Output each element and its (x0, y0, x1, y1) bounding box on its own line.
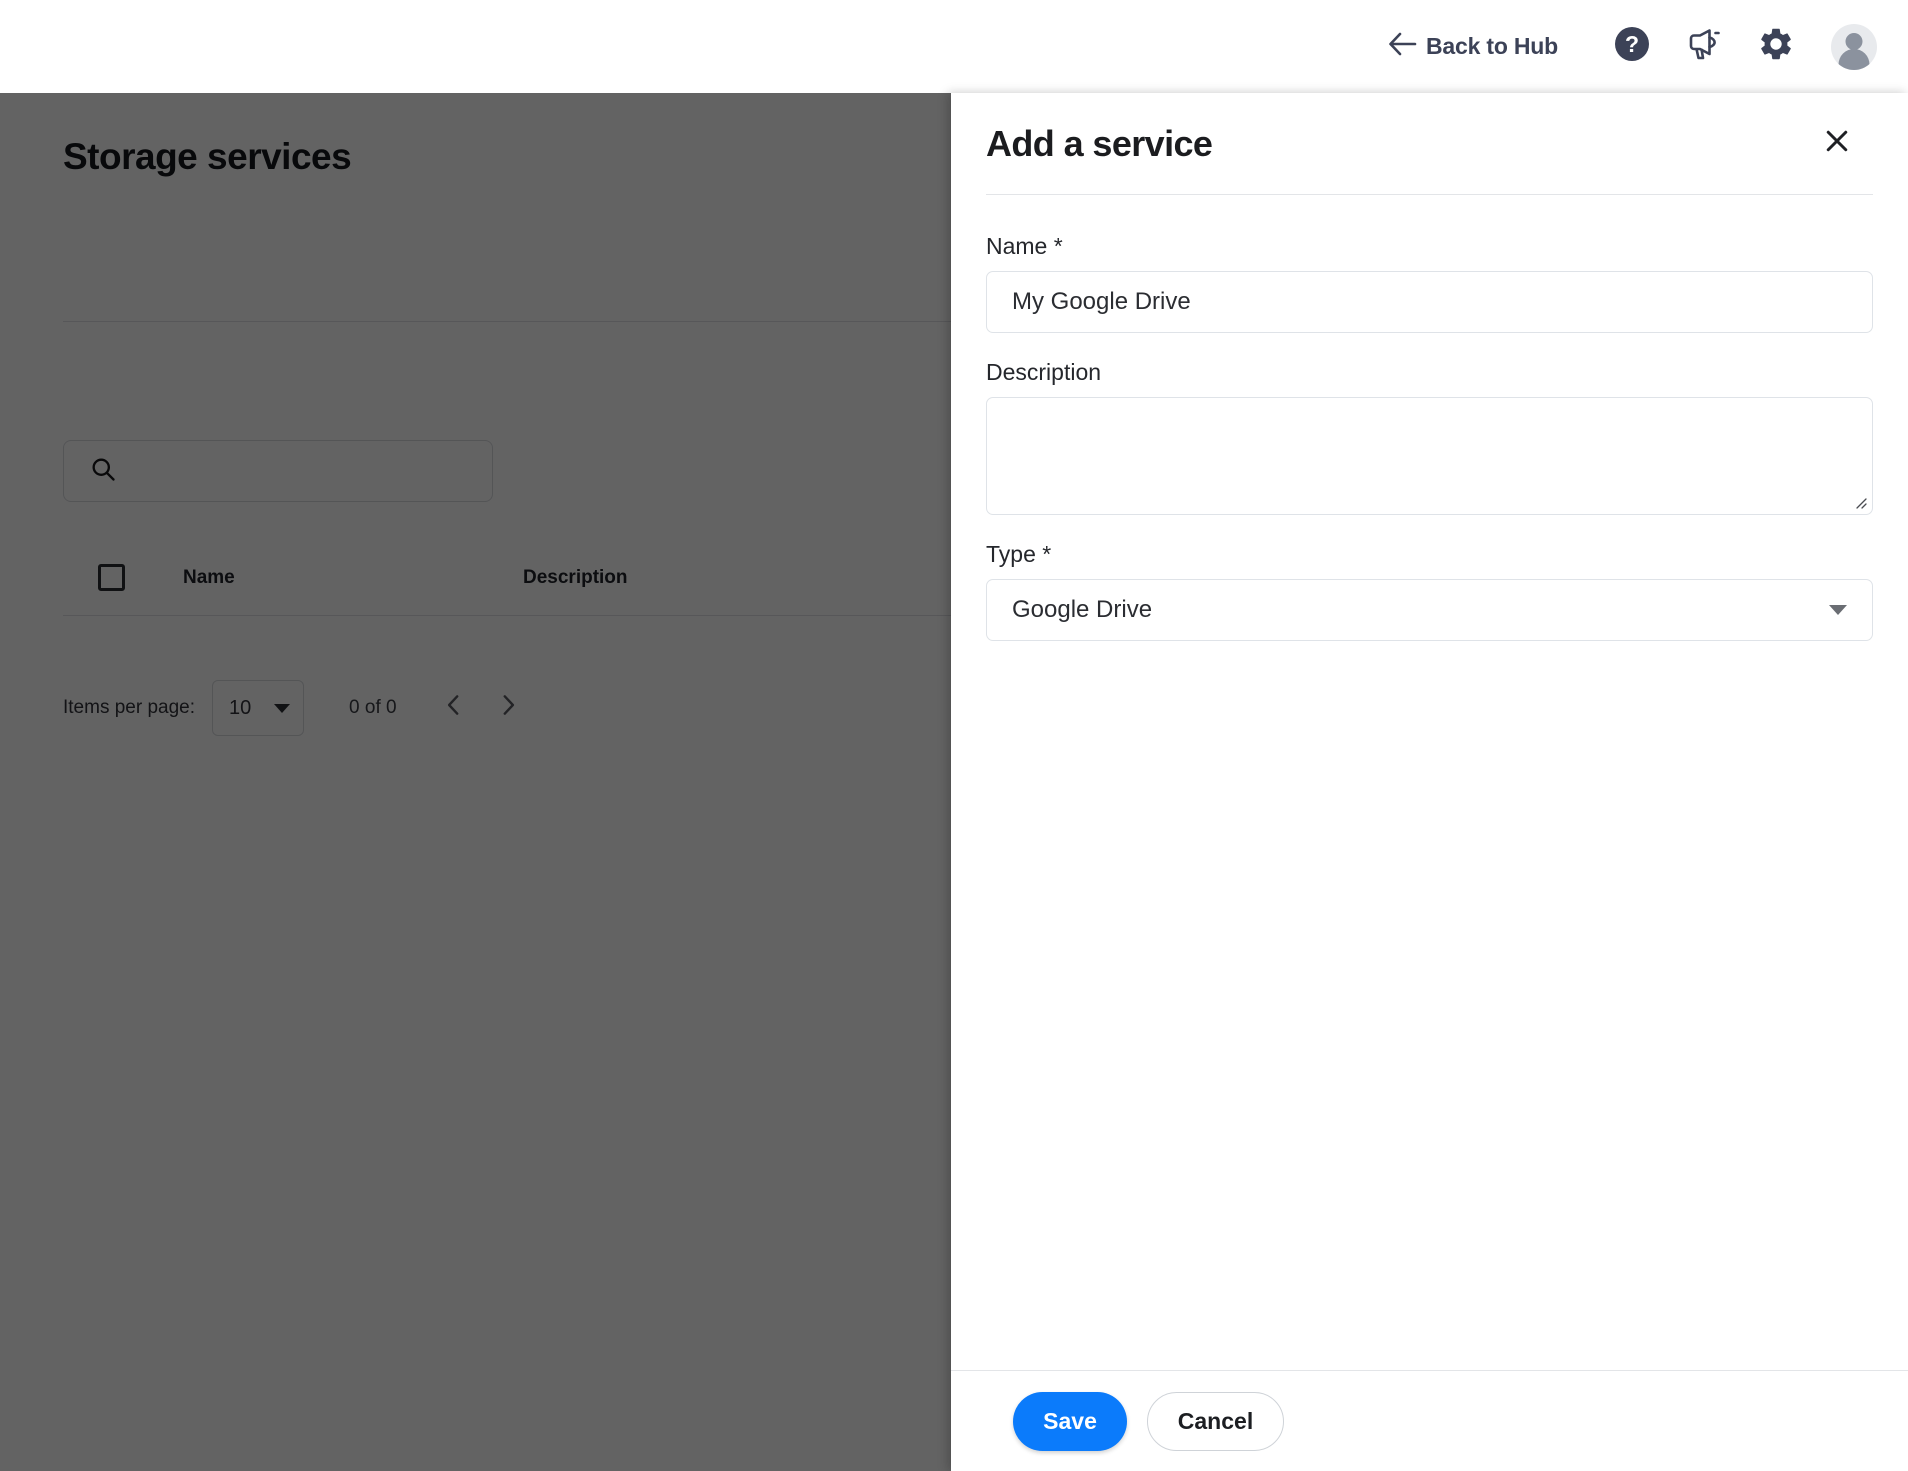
description-field-group: Description (986, 359, 1873, 515)
name-input[interactable] (986, 271, 1873, 333)
save-button[interactable]: Save (1013, 1391, 1127, 1451)
back-to-hub-label: Back to Hub (1426, 33, 1558, 59)
help-circle-icon: ? (1613, 25, 1651, 68)
description-field-label: Description (986, 359, 1102, 385)
avatar (1831, 23, 1877, 70)
name-field-label: Name * (986, 233, 1063, 259)
close-icon (1822, 126, 1852, 161)
name-field-group: Name * (986, 233, 1873, 333)
avatar-body (1838, 48, 1870, 70)
user-account-button[interactable] (1826, 19, 1882, 75)
cancel-button[interactable]: Cancel (1147, 1391, 1284, 1451)
top-bar: Back to Hub ? (0, 0, 1908, 93)
type-field-label: Type * (986, 541, 1052, 567)
panel-footer: Save Cancel (951, 1370, 1908, 1471)
megaphone-icon (1685, 25, 1723, 68)
app-root: Back to Hub ? Add a service Name * My Go… (0, 0, 1908, 1471)
back-to-hub-button[interactable]: Back to Hub (1377, 25, 1568, 69)
top-bar-actions: Back to Hub ? (1377, 19, 1882, 75)
panel-title: Add a service (986, 122, 1213, 164)
close-panel-button[interactable] (1809, 116, 1865, 172)
triangle-down-icon (1829, 605, 1847, 615)
panel-body: Name * Description Type * Google D (951, 195, 1908, 1370)
announcements-button[interactable] (1676, 19, 1732, 75)
type-select[interactable]: Google Drive (986, 579, 1873, 641)
panel-header: Add a service (951, 93, 1908, 194)
gear-icon (1757, 25, 1795, 68)
arrow-left-icon (1387, 31, 1417, 63)
help-button[interactable]: ? (1604, 19, 1660, 75)
add-service-panel: Add a service Name * Description (951, 93, 1908, 1471)
avatar-head (1845, 32, 1863, 50)
type-field-group: Type * Google Drive (986, 541, 1873, 641)
svg-text:?: ? (1625, 31, 1639, 57)
description-textarea[interactable] (987, 398, 1872, 514)
description-textarea-wrap (986, 397, 1873, 515)
settings-button[interactable] (1748, 19, 1804, 75)
type-select-value: Google Drive (1012, 596, 1153, 623)
